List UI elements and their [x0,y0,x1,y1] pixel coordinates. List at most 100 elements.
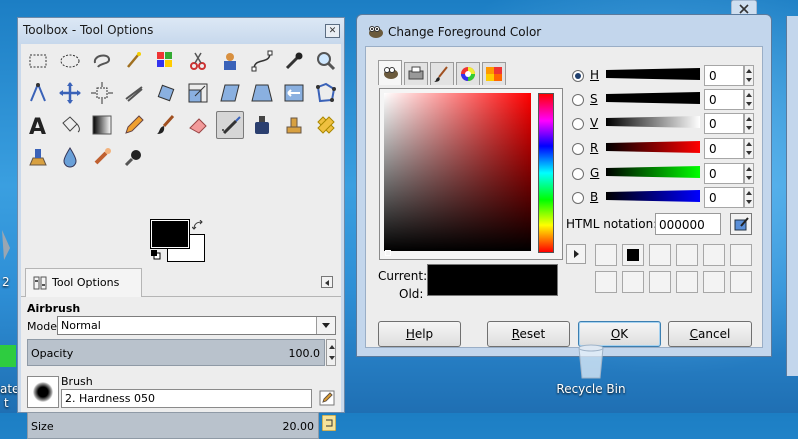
scale-icon[interactable] [184,79,212,107]
rect-select-icon[interactable] [24,47,52,75]
channel-b-spin[interactable] [744,187,754,208]
channel-h-slider[interactable] [606,68,700,80]
opacity-spin[interactable] [326,339,336,366]
channel-v-input[interactable]: 0 [704,113,744,134]
edit-brush-icon[interactable] [319,390,335,406]
blur-sharpen-icon[interactable] [56,143,84,171]
smudge-icon[interactable] [88,143,116,171]
history-add-arrow-icon[interactable] [566,244,586,264]
foreground-color-swatch[interactable] [150,219,190,249]
channel-v-spin[interactable] [744,113,754,134]
channel-r-input[interactable]: 0 [704,138,744,159]
history-swatch[interactable] [676,244,698,266]
scissors-select-icon[interactable] [184,47,212,75]
html-notation-input[interactable]: 000000 [655,213,721,235]
shear-icon[interactable] [216,79,244,107]
paths-icon[interactable] [248,47,276,75]
channel-s-spin[interactable] [744,89,754,110]
channel-r-radio[interactable] [572,143,584,155]
dialog-titlebar[interactable]: Change Foreground Color [357,15,771,45]
history-swatch[interactable] [649,244,671,266]
channel-s-slider[interactable] [606,92,700,104]
ellipse-select-icon[interactable] [56,47,84,75]
channel-r-slider[interactable] [606,141,700,153]
gimp-selector-tab[interactable] [378,60,402,85]
bucket-fill-icon[interactable] [56,111,84,139]
chevron-down-icon[interactable] [316,317,335,334]
hue-strip[interactable] [538,93,554,253]
history-swatch[interactable] [676,271,698,293]
ink-icon[interactable] [248,111,276,139]
eraser-icon[interactable] [184,111,212,139]
history-swatch[interactable] [622,244,644,266]
airbrush-icon[interactable] [216,111,244,139]
channel-h-spin[interactable] [744,65,754,86]
move-icon[interactable] [56,79,84,107]
close-icon[interactable]: ✕ [325,24,340,38]
history-swatch[interactable] [730,244,752,266]
history-swatch[interactable] [730,271,752,293]
swap-colors-icon[interactable] [192,220,204,232]
color-picker-icon[interactable] [280,47,308,75]
pencil-icon[interactable] [120,111,148,139]
history-swatch[interactable] [595,271,617,293]
crop-icon[interactable] [120,79,148,107]
saturation-value-square[interactable] [384,93,531,256]
zoom-icon[interactable] [312,47,340,75]
help-button[interactable]: Help [378,321,461,347]
reset-size-icon[interactable] [322,415,336,431]
tab-menu-icon[interactable] [321,276,333,288]
foreground-select-icon[interactable] [216,47,244,75]
history-swatch[interactable] [649,271,671,293]
channel-h-radio[interactable] [572,70,584,82]
recycle-bin[interactable]: Recycle Bin [556,340,626,402]
watercolor-tab[interactable] [430,62,454,85]
measure-icon[interactable] [24,79,52,107]
clone-icon[interactable] [280,111,308,139]
channel-b-input[interactable]: 0 [704,187,744,208]
brush-name-field[interactable]: 2. Hardness 050 [61,389,312,408]
eyedropper-icon[interactable] [730,213,752,235]
text-icon[interactable]: A [24,111,52,139]
brush-preview[interactable] [27,376,59,408]
cage-transform-icon[interactable] [312,79,340,107]
opacity-slider[interactable]: Opacity 100.0 [27,339,325,366]
printer-cmyk-tab[interactable] [404,62,428,85]
mode-select[interactable]: Normal [57,316,336,335]
cancel-button[interactable]: Cancel [668,321,752,347]
tab-tool-options[interactable]: Tool Options [25,268,142,297]
perspective-clone-icon[interactable] [24,143,52,171]
perspective-icon[interactable] [248,79,276,107]
default-colors-icon[interactable] [151,250,161,260]
channel-g-slider[interactable] [606,166,700,178]
color-wheel-tab[interactable] [456,62,480,85]
channel-h-input[interactable]: 0 [704,65,744,86]
history-swatch[interactable] [703,244,725,266]
rotate-icon[interactable] [152,79,180,107]
channel-b-slider[interactable] [606,190,700,202]
free-select-icon[interactable] [88,47,116,75]
history-swatch[interactable] [595,244,617,266]
fuzzy-select-icon[interactable] [120,47,148,75]
toolbox-titlebar[interactable]: Toolbox - Tool Options ✕ [18,18,344,44]
history-swatch[interactable] [622,271,644,293]
flip-icon[interactable] [280,79,308,107]
size-slider[interactable]: Size 20.00 [27,412,319,439]
channel-b-radio[interactable] [572,192,584,204]
channel-g-spin[interactable] [744,163,754,184]
history-swatch[interactable] [703,271,725,293]
select-by-color-icon[interactable] [152,47,180,75]
blend-icon[interactable] [88,111,116,139]
palette-tab[interactable] [482,62,506,85]
channel-r-spin[interactable] [744,138,754,159]
align-icon[interactable] [88,79,116,107]
channel-g-radio[interactable] [572,168,584,180]
heal-icon[interactable] [312,111,340,139]
channel-g-input[interactable]: 0 [704,163,744,184]
channel-s-radio[interactable] [572,94,584,106]
channel-s-input[interactable]: 0 [704,89,744,110]
paintbrush-icon[interactable] [152,111,180,139]
channel-v-slider[interactable] [606,116,700,128]
channel-v-radio[interactable] [572,118,584,130]
dodge-burn-icon[interactable] [120,143,148,171]
